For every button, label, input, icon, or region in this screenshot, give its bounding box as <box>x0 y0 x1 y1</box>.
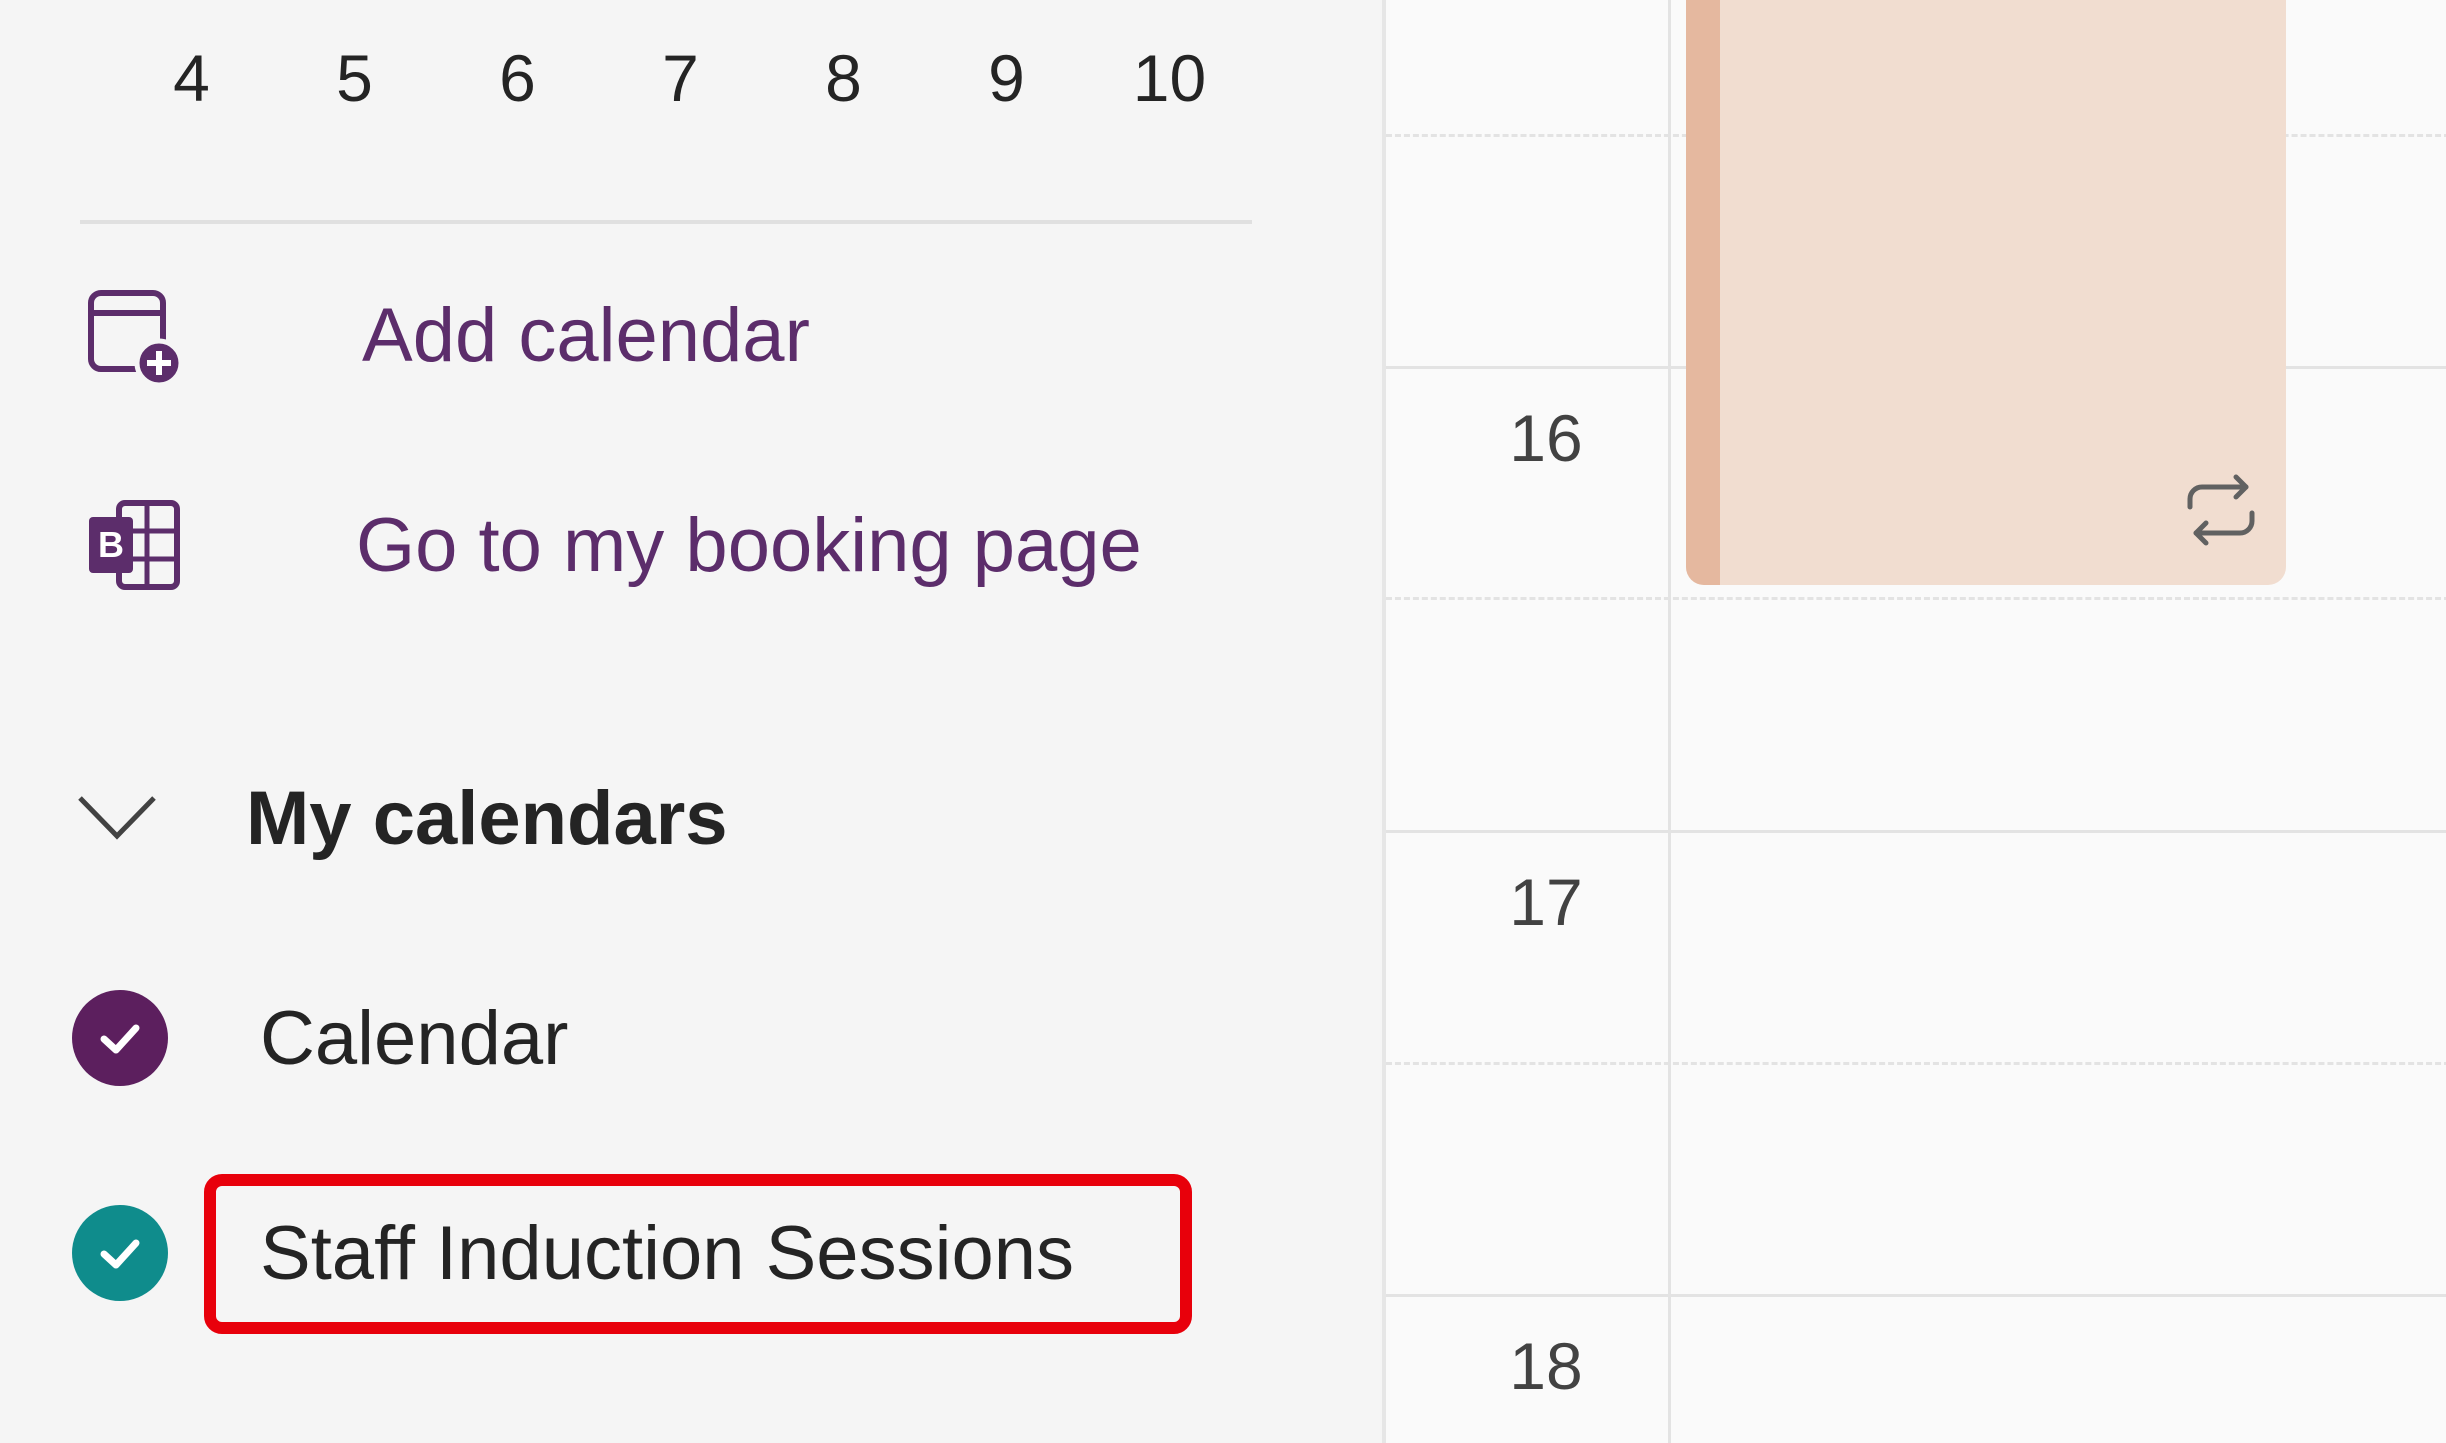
mini-calendar-day[interactable]: 5 <box>273 28 436 128</box>
my-calendars-header[interactable]: My calendars <box>72 775 728 862</box>
calendar-name: Staff Induction Sessions <box>260 1210 1074 1296</box>
svg-text:B: B <box>98 524 124 565</box>
hour-label: 16 <box>1509 401 1583 475</box>
calendar-checked-icon[interactable] <box>72 990 168 1086</box>
event-color-bar <box>1686 0 1720 585</box>
mini-calendar-day[interactable]: 7 <box>599 28 762 128</box>
repeat-icon <box>2176 465 2266 555</box>
mini-calendar-day[interactable]: 10 <box>1088 28 1251 128</box>
add-calendar-link[interactable]: Add calendar <box>80 280 810 390</box>
mini-calendar-day[interactable]: 4 <box>110 28 273 128</box>
my-calendars-title: My calendars <box>246 776 728 861</box>
calendar-list-item[interactable]: Staff Induction Sessions <box>72 1205 1074 1301</box>
calendar-event[interactable] <box>1686 0 2286 585</box>
hour-line <box>1386 1294 2446 1297</box>
add-calendar-label: Add calendar <box>362 292 810 378</box>
chevron-down-icon <box>72 786 162 851</box>
time-column-separator <box>1668 0 1671 1443</box>
calendar-list-item[interactable]: Calendar <box>72 990 568 1086</box>
hour-label: 18 <box>1509 1329 1583 1403</box>
booking-page-label: Go to my booking page <box>356 502 1142 588</box>
hour-label: 17 <box>1509 865 1583 939</box>
mini-calendar-week-row: 4 5 6 7 8 9 10 <box>110 28 1251 128</box>
calendar-add-icon <box>80 280 190 390</box>
bookings-icon: B <box>80 490 190 600</box>
mini-calendar-day[interactable]: 9 <box>925 28 1088 128</box>
mini-calendar-day[interactable]: 8 <box>762 28 925 128</box>
calendar-name: Calendar <box>260 995 569 1081</box>
calendar-day-grid: 16 17 18 <box>1382 0 2446 1443</box>
half-hour-line <box>1386 1062 2446 1065</box>
calendar-sidebar: 4 5 6 7 8 9 10 Add calendar B Go to my b… <box>0 0 1382 1443</box>
mini-calendar-day[interactable]: 6 <box>436 28 599 128</box>
sidebar-divider <box>80 220 1252 224</box>
half-hour-line <box>1386 597 2446 600</box>
booking-page-link[interactable]: B Go to my booking page <box>80 490 1142 600</box>
hour-line <box>1386 830 2446 833</box>
calendar-checked-icon[interactable] <box>72 1205 168 1301</box>
